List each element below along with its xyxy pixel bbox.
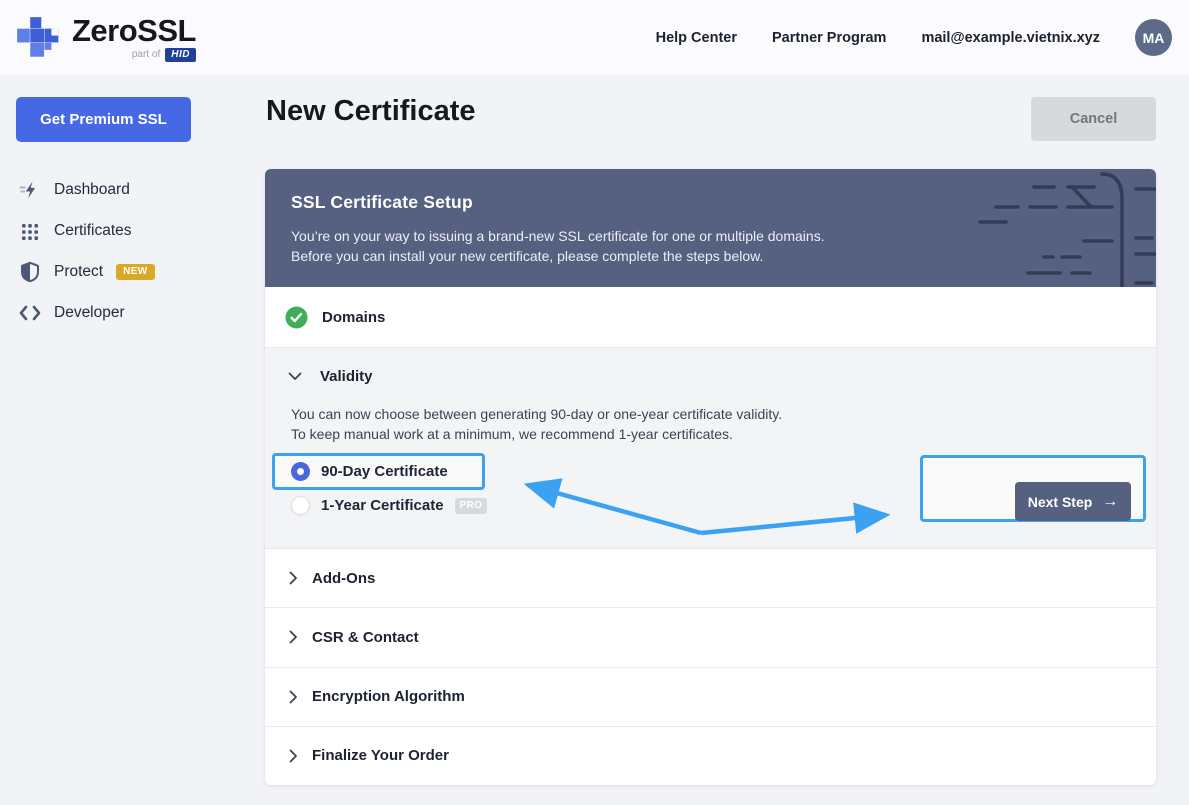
certificate-setup-card: SSL Certificate Setup You’re on your way… <box>265 169 1156 785</box>
logo-partof-text: part of <box>131 49 161 60</box>
chevron-right-icon <box>289 630 298 644</box>
option-label: 90-Day Certificate <box>321 463 448 480</box>
arrow-right-icon: → <box>1102 492 1119 510</box>
account-email[interactable]: mail@example.vietnix.xyz <box>921 30 1100 46</box>
zerossl-puzzle-icon <box>17 16 59 57</box>
pro-badge: PRO <box>454 497 488 514</box>
sidebar-item-certificates[interactable]: Certificates <box>0 210 265 251</box>
validity-header[interactable]: Validity <box>288 368 373 385</box>
main-content: New Certificate Cancel SSL Certificate S… <box>265 75 1156 805</box>
check-circle-icon <box>285 306 308 329</box>
card-subtitle-line1: You’re on your way to issuing a brand-ne… <box>291 228 825 244</box>
avatar[interactable]: MA <box>1135 19 1172 56</box>
page-title: New Certificate <box>266 95 476 127</box>
new-badge: NEW <box>116 263 155 280</box>
validity-description: You can now choose between generating 90… <box>291 406 783 442</box>
radio-selected-icon[interactable] <box>291 462 310 481</box>
logo-wordmark: ZeroSSL <box>72 12 196 48</box>
card-header: SSL Certificate Setup You’re on your way… <box>265 169 1156 287</box>
sidebar: Get Premium SSL Dashboard Certificates P… <box>0 75 265 333</box>
chevron-right-icon <box>289 690 298 704</box>
hid-badge: HID <box>165 47 196 62</box>
zerossl-logo[interactable]: ZeroSSL part of HID <box>16 12 196 62</box>
partner-program-link[interactable]: Partner Program <box>772 30 886 46</box>
next-step-label: Next Step <box>1027 493 1093 510</box>
sidebar-nav: Dashboard Certificates Protect NEW Devel… <box>0 169 265 333</box>
step-add-ons[interactable]: Add-Ons <box>265 549 1156 609</box>
sidebar-item-dashboard[interactable]: Dashboard <box>0 169 265 210</box>
chevron-right-icon <box>289 571 298 585</box>
shield-icon <box>18 261 41 283</box>
step-encryption-algorithm[interactable]: Encryption Algorithm <box>265 668 1156 727</box>
code-icon <box>18 302 41 324</box>
step-domains-label: Domains <box>322 308 386 326</box>
sidebar-item-label: Developer <box>54 303 125 321</box>
step-validity-label: Validity <box>320 368 373 385</box>
get-premium-ssl-button[interactable]: Get Premium SSL <box>16 97 191 142</box>
next-step-button[interactable]: Next Step → <box>1015 482 1131 521</box>
help-center-link[interactable]: Help Center <box>656 30 737 46</box>
circuit-decoration <box>978 172 1156 287</box>
sidebar-item-label: Certificates <box>54 221 132 239</box>
cancel-button[interactable]: Cancel <box>1031 97 1156 141</box>
collapsed-steps: Add-Ons CSR & Contact Encryption Algorit… <box>265 549 1156 785</box>
sidebar-item-label: Protect <box>54 262 104 280</box>
step-validity: Validity You can now choose between gene… <box>265 348 1156 549</box>
chevron-right-icon <box>289 749 298 763</box>
option-label: 1-Year Certificate <box>321 497 444 514</box>
card-subtitle-line2: Before you can install your new certific… <box>291 248 764 264</box>
radio-option-90-day[interactable]: 90-Day Certificate <box>291 462 448 481</box>
sidebar-item-developer[interactable]: Developer <box>0 292 265 333</box>
step-finalize-order[interactable]: Finalize Your Order <box>265 727 1156 785</box>
radio-option-1-year[interactable]: 1-Year Certificate PRO <box>291 496 488 515</box>
topbar-nav: Help Center Partner Program mail@example… <box>656 19 1172 56</box>
chevron-down-icon <box>288 372 302 381</box>
bolt-icon <box>18 179 41 201</box>
sidebar-item-label: Dashboard <box>54 180 130 198</box>
step-csr-contact[interactable]: CSR & Contact <box>265 608 1156 668</box>
step-domains[interactable]: Domains <box>265 287 1156 348</box>
radio-unselected-icon[interactable] <box>291 496 310 515</box>
topbar: ZeroSSL part of HID Help Center Partner … <box>0 0 1189 75</box>
sidebar-item-protect[interactable]: Protect NEW <box>0 251 265 292</box>
grid-icon <box>18 220 41 242</box>
